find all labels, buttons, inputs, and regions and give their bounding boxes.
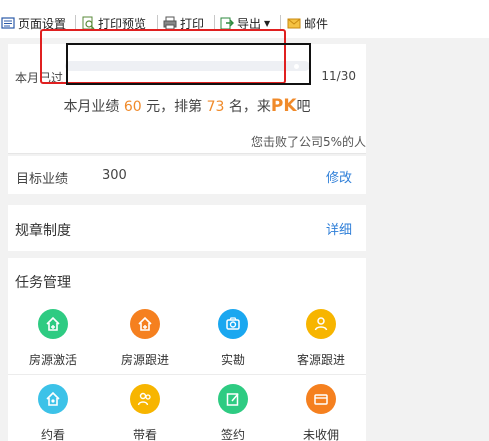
people-icon	[130, 384, 160, 414]
chevron-down-icon: ▼	[264, 18, 271, 28]
task-house-activate[interactable]: 房源激活	[8, 309, 98, 369]
performance-prefix: 本月业绩	[63, 99, 120, 115]
house-plus-icon	[130, 309, 160, 339]
mail-icon	[287, 18, 301, 29]
task-label: 实勘	[220, 353, 245, 367]
task-client-followup[interactable]: 客源跟进	[276, 309, 366, 369]
target-label: 目标业绩	[16, 172, 69, 187]
target-card: 目标业绩 300 修改	[8, 156, 366, 194]
printer-icon	[163, 16, 177, 30]
rules-detail-link[interactable]: 详细	[326, 219, 352, 238]
task-label: 带看	[132, 428, 157, 441]
target-value: 300	[102, 168, 127, 183]
task-showing[interactable]: 带看	[100, 384, 190, 441]
task-label: 约看	[40, 428, 65, 441]
edit-icon	[218, 384, 248, 414]
rules-card[interactable]: 规章制度 详细	[8, 205, 366, 251]
task-management-card: 任务管理 房源激活 房源跟进 实勘 客源跟进 约看 带看 签约 未收佣	[8, 258, 366, 441]
month-progress-value: 11/30	[321, 69, 356, 83]
task-label: 未收佣	[302, 428, 339, 441]
row-divider	[8, 374, 366, 375]
rules-label: 规章制度	[15, 223, 71, 239]
export-icon	[220, 17, 234, 30]
page-setup-icon	[1, 17, 15, 29]
edit-target-link[interactable]: 修改	[326, 167, 352, 186]
pk-link[interactable]: PK	[271, 96, 297, 116]
task-label: 房源激活	[28, 353, 77, 367]
task-survey[interactable]: 实勘	[188, 309, 278, 369]
card-icon	[306, 384, 336, 414]
task-uncollected-commission[interactable]: 未收佣	[276, 384, 366, 441]
beat-percentage-text: 您击败了公司5%的人	[250, 135, 366, 149]
black-highlight-box	[66, 43, 311, 85]
task-appointment[interactable]: 约看	[8, 384, 98, 441]
person-icon	[306, 309, 336, 339]
task-label: 房源跟进	[120, 353, 169, 367]
mail-button[interactable]: 邮件	[287, 14, 328, 32]
print-preview-icon	[82, 16, 95, 30]
house-plus-icon	[38, 309, 68, 339]
house-icon	[38, 384, 68, 414]
toolbar-top-strip	[0, 0, 489, 8]
mail-label: 邮件	[304, 16, 329, 31]
task-house-followup[interactable]: 房源跟进	[100, 309, 190, 369]
performance-amount: 60	[123, 99, 142, 115]
camera-icon	[218, 309, 248, 339]
task-label: 客源跟进	[296, 353, 345, 367]
card-divider	[8, 153, 366, 154]
task-label: 签约	[220, 428, 245, 441]
performance-end: 吧	[296, 99, 311, 115]
performance-summary: 本月业绩 60 元，排第 73 名，来PK吧	[8, 96, 366, 116]
performance-suffix: 名，来	[228, 99, 271, 115]
performance-unit: 元，排第	[146, 99, 203, 115]
performance-rank: 73	[206, 99, 225, 115]
task-management-title: 任务管理	[15, 275, 71, 291]
task-contract[interactable]: 签约	[188, 384, 278, 441]
